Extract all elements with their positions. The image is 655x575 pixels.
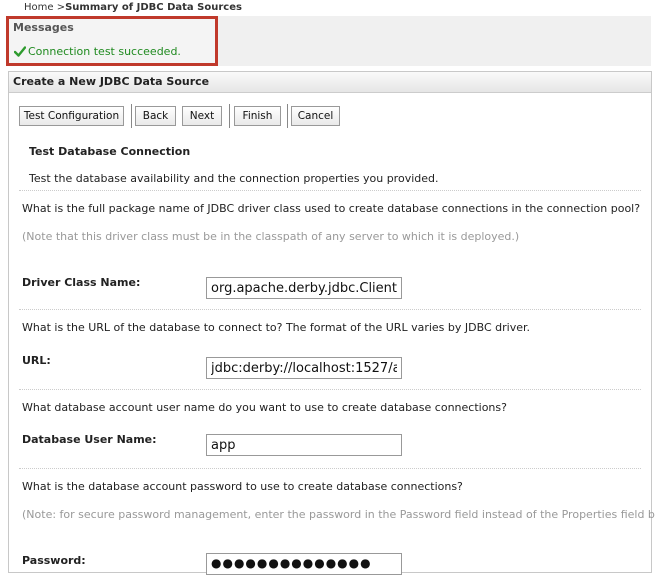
- driver-question: What is the full package name of JDBC dr…: [22, 202, 641, 215]
- divider: [19, 468, 641, 469]
- breadcrumb-current[interactable]: Summary of JDBC Data Sources: [65, 2, 242, 13]
- password-input[interactable]: ●●●●●●●●●●●●●●: [206, 553, 402, 575]
- section-description: Test the database availability and the c…: [29, 172, 439, 185]
- divider: [19, 389, 641, 390]
- create-datasource-panel: Create a New JDBC Data Source Test Confi…: [8, 71, 655, 575]
- user-name-label: Database User Name:: [22, 433, 157, 446]
- next-button[interactable]: Next: [182, 106, 222, 126]
- success-message: Connection test succeeded.: [13, 45, 181, 58]
- checkmark-icon: [13, 46, 27, 57]
- breadcrumb-separator: >: [53, 2, 66, 13]
- driver-note: (Note that this driver class must be in …: [22, 230, 520, 243]
- cancel-button[interactable]: Cancel: [291, 106, 340, 126]
- url-label: URL:: [22, 354, 51, 367]
- messages-box: Messages Connection test succeeded.: [6, 16, 218, 66]
- url-input[interactable]: [206, 357, 402, 379]
- panel-title: Create a New JDBC Data Source: [9, 72, 651, 93]
- user-question: What database account user name do you w…: [22, 401, 507, 414]
- url-question: What is the URL of the database to conne…: [22, 321, 530, 334]
- finish-button[interactable]: Finish: [234, 106, 281, 126]
- divider: [19, 309, 641, 310]
- back-button[interactable]: Back: [135, 106, 176, 126]
- driver-class-input[interactable]: [206, 277, 402, 299]
- section-heading: Test Database Connection: [29, 145, 191, 158]
- toolbar-separator: [131, 104, 132, 128]
- user-name-input[interactable]: [206, 434, 402, 456]
- messages-title: Messages: [13, 21, 74, 34]
- password-label: Password:: [22, 554, 86, 567]
- password-question: What is the database account password to…: [22, 480, 463, 493]
- messages-background: [215, 16, 651, 66]
- toolbar-separator: [229, 104, 230, 128]
- breadcrumb-home-link[interactable]: Home: [24, 2, 54, 13]
- password-note: (Note: for secure password management, e…: [22, 508, 655, 521]
- breadcrumb: Home >Summary of JDBC Data Sources: [24, 2, 242, 13]
- success-text: Connection test succeeded.: [28, 45, 181, 58]
- toolbar-separator: [287, 104, 288, 128]
- driver-class-label: Driver Class Name:: [22, 276, 141, 289]
- divider: [19, 190, 641, 191]
- test-configuration-button[interactable]: Test Configuration: [19, 106, 124, 126]
